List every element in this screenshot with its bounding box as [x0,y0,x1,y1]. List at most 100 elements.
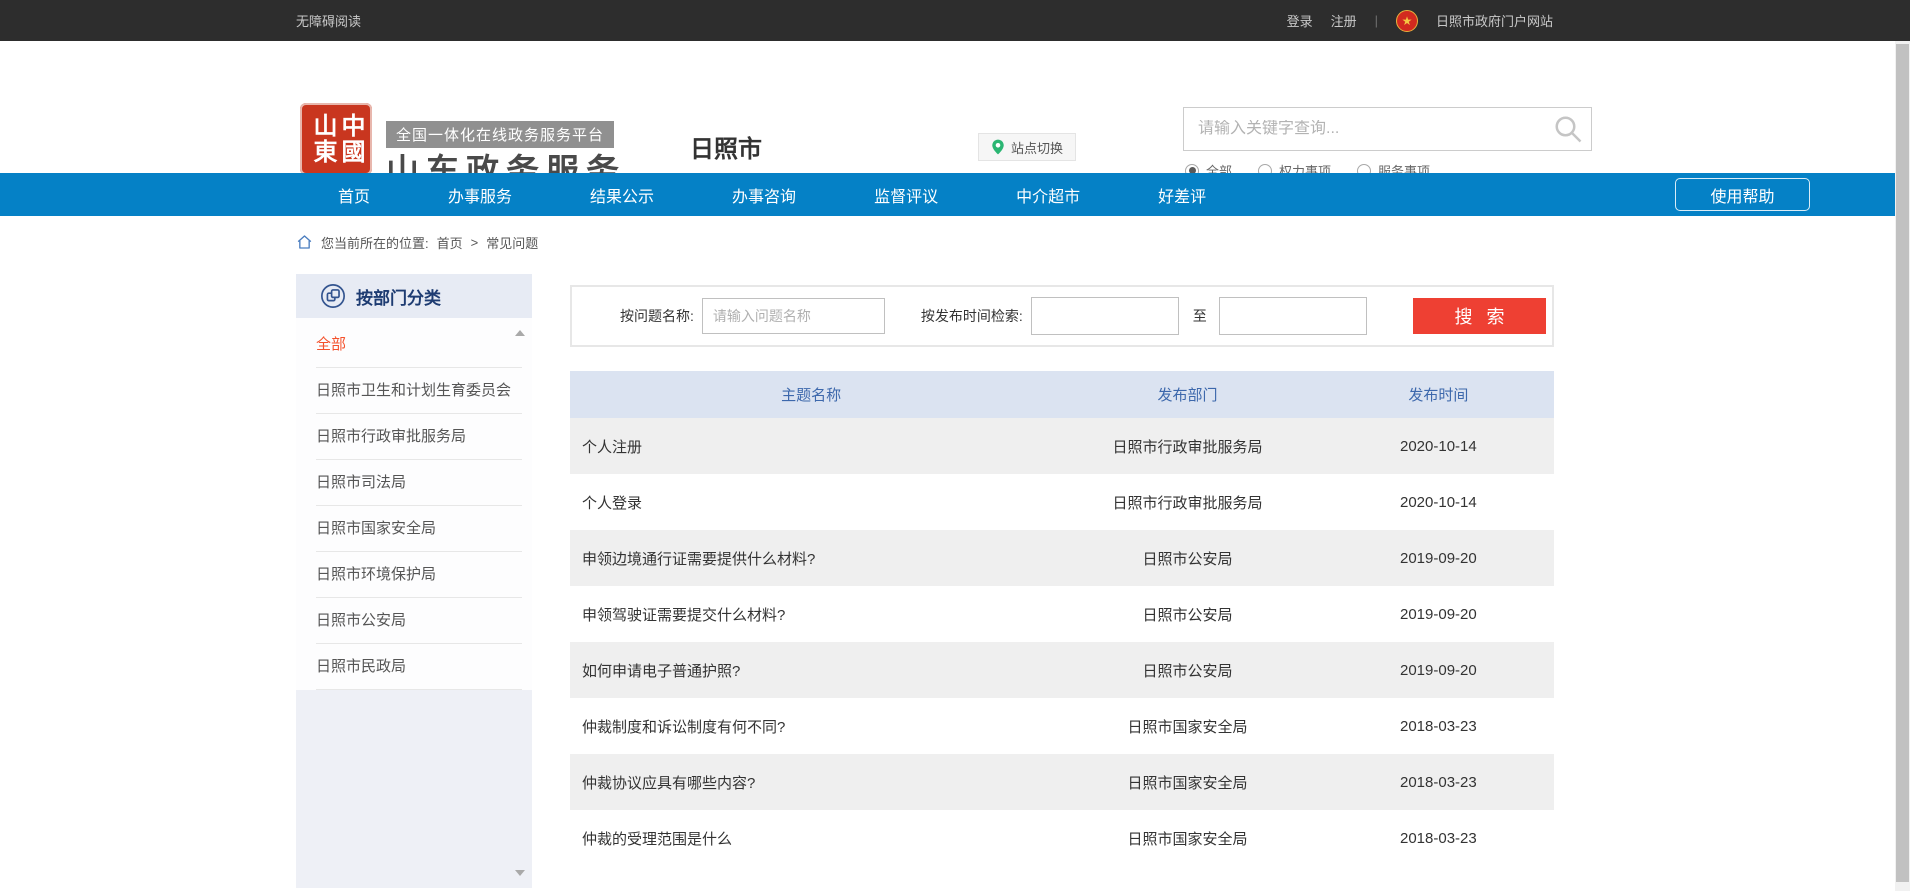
row-department: 日照市国家安全局 [1052,828,1323,849]
date-to-label: 至 [1193,306,1207,326]
topbar: 无障碍阅读 登录 注册 | ★ 日照市政府门户网站 [0,0,1910,41]
row-date: 2020-10-14 [1323,438,1554,455]
row-topic[interactable]: 个人注册 [570,436,1052,457]
row-department: 日照市行政审批服务局 [1052,436,1323,457]
search-button[interactable]: 搜索 [1413,298,1546,334]
breadcrumb-prefix: 您当前所在的位置: [321,233,429,252]
sidebar-header: 按部门分类 [296,274,532,318]
sidebar-scroll-down-icon[interactable] [515,870,525,876]
table-row[interactable]: 个人登录 日照市行政审批服务局 2020-10-14 [570,474,1554,530]
row-date: 2018-03-23 [1323,718,1554,735]
question-name-input[interactable] [702,298,885,334]
nav-item-supervision[interactable]: 监督评议 [874,183,938,207]
table-row[interactable]: 如何申请电子普通护照? 日照市公安局 2019-09-20 [570,642,1554,698]
page-scrollbar-thumb[interactable] [1896,44,1909,882]
row-department: 日照市国家安全局 [1052,772,1323,793]
date-from-input[interactable] [1031,297,1179,335]
nav-item-services[interactable]: 办事服务 [448,183,512,207]
row-department: 日照市公安局 [1052,548,1323,569]
nav-item-results[interactable]: 结果公示 [590,183,654,207]
sidebar-list: 全部 日照市卫生和计划生育委员会 日照市行政审批服务局 日照市司法局 日照市国家… [296,318,532,690]
sidebar-item-state-security[interactable]: 日照市国家安全局 [316,506,522,552]
breadcrumb-separator: > [471,235,479,250]
row-topic[interactable]: 如何申请电子普通护照? [570,660,1052,681]
sidebar-scroll-up-icon[interactable] [515,330,525,336]
sidebar-item-health-committee[interactable]: 日照市卫生和计划生育委员会 [316,368,522,414]
portal-link[interactable]: 日照市政府门户网站 [1436,11,1553,30]
sidebar-item-environment[interactable]: 日照市环境保护局 [316,552,522,598]
keyword-search-input[interactable] [1184,120,1553,138]
breadcrumb: 您当前所在的位置: 首页 > 常见问题 [296,216,538,268]
row-department: 日照市公安局 [1052,660,1323,681]
row-department: 日照市公安局 [1052,604,1323,625]
breadcrumb-current[interactable]: 常见问题 [486,233,538,252]
header: 中國 山東 全国一体化在线政务服务平台 山东政务服务 日照市 站点切换 全部 权… [0,41,1910,173]
row-date: 2019-09-20 [1323,550,1554,567]
city-name: 日照市 [690,129,762,164]
column-header-department: 发布部门 [1052,384,1323,405]
faq-table: 主题名称 发布部门 发布时间 个人注册 日照市行政审批服务局 2020-10-1… [570,371,1554,866]
search-icon[interactable] [1553,114,1583,144]
home-icon [296,234,313,250]
row-topic[interactable]: 仲裁协议应具有哪些内容? [570,772,1052,793]
main-panel: 按问题名称: 按发布时间检索: 至 搜索 主题名称 发布部门 发布时间 个人注册… [570,274,1554,888]
accessibility-link[interactable]: 无障碍阅读 [296,11,361,30]
table-row[interactable]: 仲裁协议应具有哪些内容? 日照市国家安全局 2018-03-23 [570,754,1554,810]
topbar-right: 登录 注册 | ★ 日照市政府门户网站 [1287,10,1553,32]
location-pin-icon [991,139,1005,155]
sidebar-item-civil-affairs[interactable]: 日照市民政局 [316,644,522,690]
seal-text-left: 山東 [310,113,334,165]
table-row[interactable]: 申领边境通行证需要提供什么材料? 日照市公安局 2019-09-20 [570,530,1554,586]
table-row[interactable]: 申领驾驶证需要提交什么材料? 日照市公安局 2019-09-20 [570,586,1554,642]
login-link[interactable]: 登录 [1287,11,1313,30]
row-topic[interactable]: 申领驾驶证需要提交什么材料? [570,604,1052,625]
row-department: 日照市行政审批服务局 [1052,492,1323,513]
table-row[interactable]: 仲裁的受理范围是什么 日照市国家安全局 2018-03-23 [570,810,1554,866]
sidebar-filler [296,690,532,888]
row-department: 日照市国家安全局 [1052,716,1323,737]
national-emblem-icon: ★ [1396,10,1418,32]
shandong-seal-logo: 中國 山東 [300,103,372,175]
sidebar-title: 按部门分类 [356,284,441,309]
keyword-search [1183,107,1592,151]
filter-bar: 按问题名称: 按发布时间检索: 至 搜索 [570,285,1554,347]
site-switch-button[interactable]: 站点切换 [978,133,1076,161]
row-date: 2019-09-20 [1323,662,1554,679]
table-row[interactable]: 仲裁制度和诉讼制度有何不同? 日照市国家安全局 2018-03-23 [570,698,1554,754]
register-link[interactable]: 注册 [1331,11,1357,30]
nav-item-consult[interactable]: 办事咨询 [732,183,796,207]
seal-text-right: 中國 [338,113,362,165]
row-date: 2019-09-20 [1323,606,1554,623]
table-row[interactable]: 个人注册 日照市行政审批服务局 2020-10-14 [570,418,1554,474]
page-scrollbar[interactable] [1895,41,1910,891]
site-switch-label: 站点切换 [1011,138,1063,157]
sidebar-item-justice[interactable]: 日照市司法局 [316,460,522,506]
column-header-date: 发布时间 [1323,384,1554,405]
nav-item-home[interactable]: 首页 [338,183,370,207]
row-topic[interactable]: 个人登录 [570,492,1052,513]
row-topic[interactable]: 仲裁制度和诉讼制度有何不同? [570,716,1052,737]
content: 按部门分类 全部 日照市卫生和计划生育委员会 日照市行政审批服务局 日照市司法局… [296,274,1554,888]
row-date: 2018-03-23 [1323,830,1554,847]
row-date: 2020-10-14 [1323,494,1554,511]
sidebar-item-admin-approval[interactable]: 日照市行政审批服务局 [316,414,522,460]
row-date: 2018-03-23 [1323,774,1554,791]
sidebar-item-public-security[interactable]: 日照市公安局 [316,598,522,644]
topbar-divider: | [1375,13,1378,28]
breadcrumb-home-link[interactable]: 首页 [437,233,463,252]
nav-items: 首页 办事服务 结果公示 办事咨询 监督评议 中介超市 好差评 [0,183,1206,207]
table-header: 主题名称 发布部门 发布时间 [570,371,1554,418]
main-nav: 首页 办事服务 结果公示 办事咨询 监督评议 中介超市 好差评 使用帮助 [0,173,1910,216]
sidebar-item-all[interactable]: 全部 [316,322,522,368]
question-name-label: 按问题名称: [620,306,694,326]
category-icon [320,283,346,309]
nav-item-rating[interactable]: 好差评 [1158,183,1206,207]
help-button[interactable]: 使用帮助 [1675,178,1810,211]
nav-item-intermediary[interactable]: 中介超市 [1016,183,1080,207]
row-topic[interactable]: 仲裁的受理范围是什么 [570,828,1052,849]
column-header-topic: 主题名称 [570,384,1052,405]
date-to-input[interactable] [1219,297,1367,335]
department-sidebar: 按部门分类 全部 日照市卫生和计划生育委员会 日照市行政审批服务局 日照市司法局… [296,274,532,888]
publish-date-label: 按发布时间检索: [921,306,1023,326]
row-topic[interactable]: 申领边境通行证需要提供什么材料? [570,548,1052,569]
